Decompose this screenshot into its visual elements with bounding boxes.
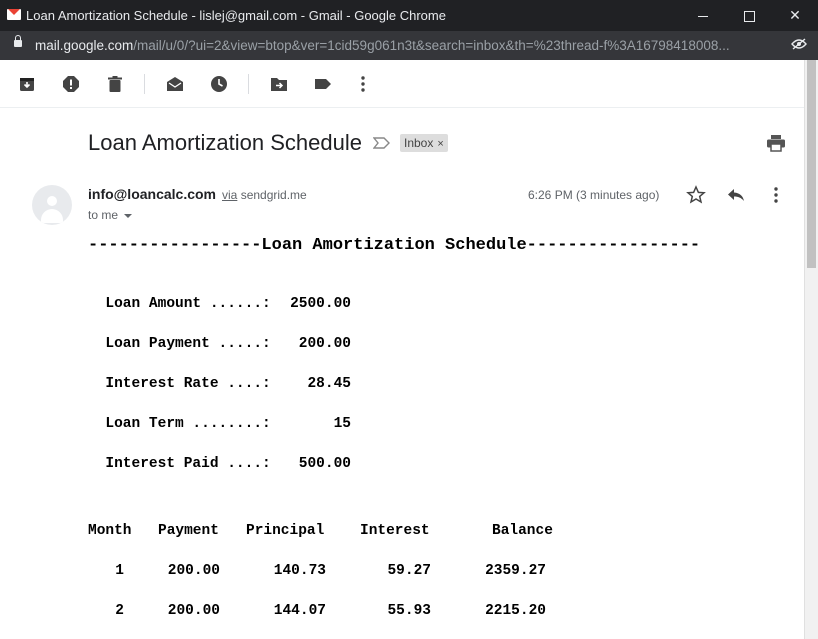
label-icon[interactable] — [312, 73, 334, 95]
minimize-button[interactable] — [680, 0, 726, 31]
via-link[interactable]: via — [222, 188, 237, 202]
column-header-payment: Payment — [158, 523, 219, 539]
summary-loan-payment: Loan Payment .....: 200.00 — [88, 320, 351, 352]
gmail-logo-icon — [7, 9, 21, 20]
summary-label: Interest Rate ....: — [105, 376, 271, 392]
archive-icon[interactable] — [16, 73, 38, 95]
toolbar-divider — [248, 74, 249, 94]
window-title: Loan Amortization Schedule - lislej@gmai… — [26, 8, 446, 23]
via-domain: via sendgrid.me — [222, 188, 307, 202]
summary-label: Loan Payment .....: — [105, 336, 271, 352]
schedule-heading: -----------------Loan Amortization Sched… — [88, 236, 701, 255]
summary-label: Loan Term ........: — [105, 416, 271, 432]
column-header-interest: Interest — [360, 523, 430, 539]
column-header-principal: Principal — [246, 523, 325, 539]
cell-principal: 144.07 — [273, 603, 326, 619]
maximize-button[interactable] — [726, 0, 772, 31]
summary-value: 15 — [333, 416, 351, 432]
reply-icon[interactable] — [726, 185, 746, 205]
summary-value: 500.00 — [298, 456, 351, 472]
snooze-icon[interactable] — [208, 73, 230, 95]
delete-icon[interactable] — [104, 73, 126, 95]
summary-label: Interest Paid ....: — [105, 456, 271, 472]
lock-icon — [14, 35, 22, 47]
window-titlebar: Loan Amortization Schedule - lislej@gmai… — [0, 0, 818, 31]
column-header-month: Month — [88, 523, 132, 539]
summary-value: 28.45 — [307, 376, 351, 392]
more-vert-icon[interactable] — [352, 73, 374, 95]
email-subject: Loan Amortization Schedule — [88, 130, 362, 155]
scrollbar-thumb[interactable] — [807, 60, 816, 268]
toolbar-divider — [144, 74, 145, 94]
email-timestamp: 6:26 PM (3 minutes ago) — [528, 188, 660, 202]
sender-email[interactable]: info@loancalc.com — [88, 186, 216, 202]
vertical-scrollbar[interactable] — [804, 60, 818, 639]
address-bar[interactable]: mail.google.com/mail/u/0/?ui=2&view=btop… — [0, 31, 818, 60]
chevron-down-icon — [124, 213, 133, 218]
cell-principal: 140.73 — [273, 563, 326, 579]
summary-interest-paid: Interest Paid ....: 500.00 — [88, 440, 351, 472]
inbox-label-chip: Inbox × — [400, 134, 448, 152]
inbox-label-text: Inbox — [404, 136, 434, 150]
star-icon[interactable] — [686, 185, 706, 205]
summary-loan-amount: Loan Amount ......: 2500.00 — [88, 280, 351, 312]
sender-avatar[interactable] — [32, 185, 72, 225]
close-window-button[interactable]: ✕ — [772, 0, 818, 31]
summary-interest-rate: Interest Rate ....: 28.45 — [88, 360, 351, 392]
cell-interest: 55.93 — [387, 603, 431, 619]
report-spam-icon[interactable] — [60, 73, 82, 95]
message-toolbar — [0, 60, 804, 108]
column-header-balance: Balance — [492, 523, 553, 539]
summary-loan-term: Loan Term ........: 15 — [88, 400, 351, 432]
recipient-dropdown[interactable]: to me — [88, 208, 133, 222]
cell-month: 2 — [115, 603, 124, 619]
url-text[interactable]: mail.google.com/mail/u/0/?ui=2&view=btop… — [35, 38, 775, 53]
cell-balance: 2359.27 — [485, 563, 546, 579]
print-icon[interactable] — [766, 133, 786, 153]
importance-marker-icon[interactable] — [373, 136, 390, 150]
cell-payment: 200.00 — [167, 603, 220, 619]
cell-balance: 2215.20 — [485, 603, 546, 619]
more-vert-icon[interactable] — [766, 185, 786, 205]
tracking-protection-eye-off-icon[interactable] — [791, 38, 807, 50]
cell-month: 1 — [115, 563, 124, 579]
cell-payment: 200.00 — [167, 563, 220, 579]
remove-label-icon[interactable]: × — [437, 138, 443, 150]
summary-value: 2500.00 — [290, 296, 351, 312]
mark-unread-icon[interactable] — [164, 73, 186, 95]
summary-label: Loan Amount ......: — [105, 296, 271, 312]
cell-interest: 59.27 — [387, 563, 431, 579]
move-to-icon[interactable] — [268, 73, 290, 95]
summary-value: 200.00 — [298, 336, 351, 352]
